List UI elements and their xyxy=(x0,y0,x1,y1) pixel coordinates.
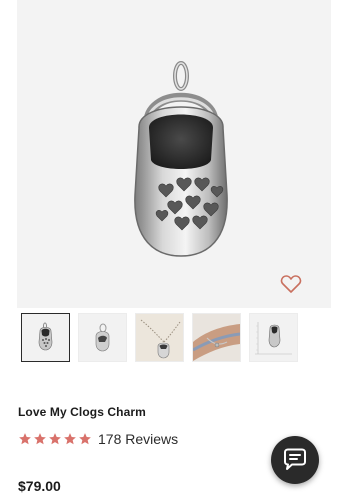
star-rating[interactable] xyxy=(18,432,92,446)
star-icon xyxy=(34,433,46,445)
rating-row: 178 Reviews xyxy=(18,431,178,447)
star-icon xyxy=(79,433,91,445)
star-icon xyxy=(19,433,31,445)
product-title: Love My Clogs Charm xyxy=(18,405,146,419)
clog-charm-image xyxy=(134,61,228,257)
heart-outline-icon xyxy=(280,275,302,293)
star-icon xyxy=(64,433,76,445)
thumb-charm-front[interactable] xyxy=(21,313,70,362)
thumb-charm-on-wrist[interactable] xyxy=(192,313,241,362)
thumb-charm-with-scale[interactable] xyxy=(249,313,298,362)
thumbnail-gallery xyxy=(21,313,311,365)
chat-button[interactable] xyxy=(271,436,319,484)
star-icon xyxy=(49,433,61,445)
chat-bubble-icon xyxy=(284,448,306,470)
product-price: $79.00 xyxy=(18,478,61,494)
product-image[interactable] xyxy=(17,0,331,308)
wishlist-button[interactable] xyxy=(279,272,303,296)
thumb-charm-on-chain[interactable] xyxy=(135,313,184,362)
thumb-charm-side[interactable] xyxy=(78,313,127,362)
reviews-link[interactable]: 178 Reviews xyxy=(98,431,178,447)
